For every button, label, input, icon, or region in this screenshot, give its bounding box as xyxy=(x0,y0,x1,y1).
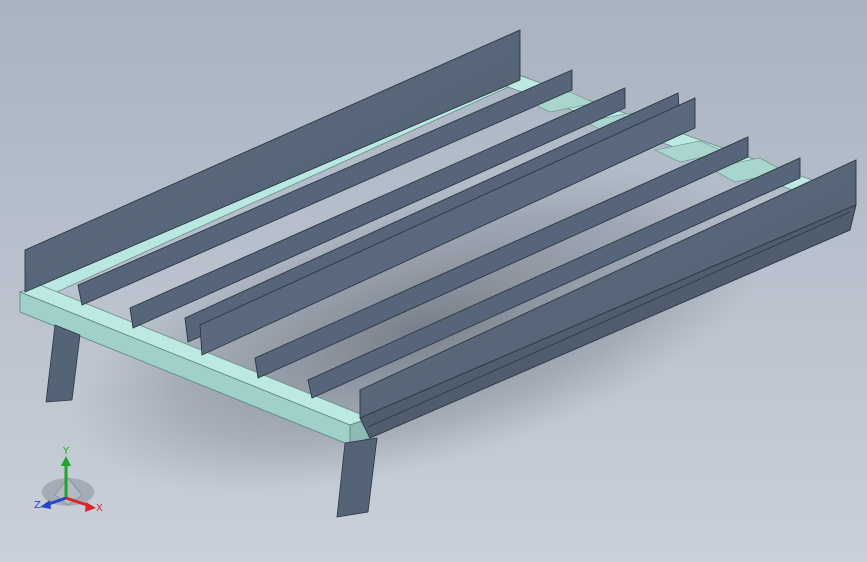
x-axis-arrow-icon xyxy=(85,502,96,512)
model-view[interactable]: Y X Z xyxy=(0,0,867,562)
left-leg xyxy=(45,324,81,403)
z-axis-label: Z xyxy=(34,500,41,511)
x-axis-label: X xyxy=(96,503,103,514)
graphics-viewport[interactable]: Y X Z xyxy=(0,0,867,562)
y-axis-arrow-icon xyxy=(61,456,71,466)
y-axis-label: Y xyxy=(62,446,70,457)
z-axis-arrow-icon xyxy=(40,500,51,509)
